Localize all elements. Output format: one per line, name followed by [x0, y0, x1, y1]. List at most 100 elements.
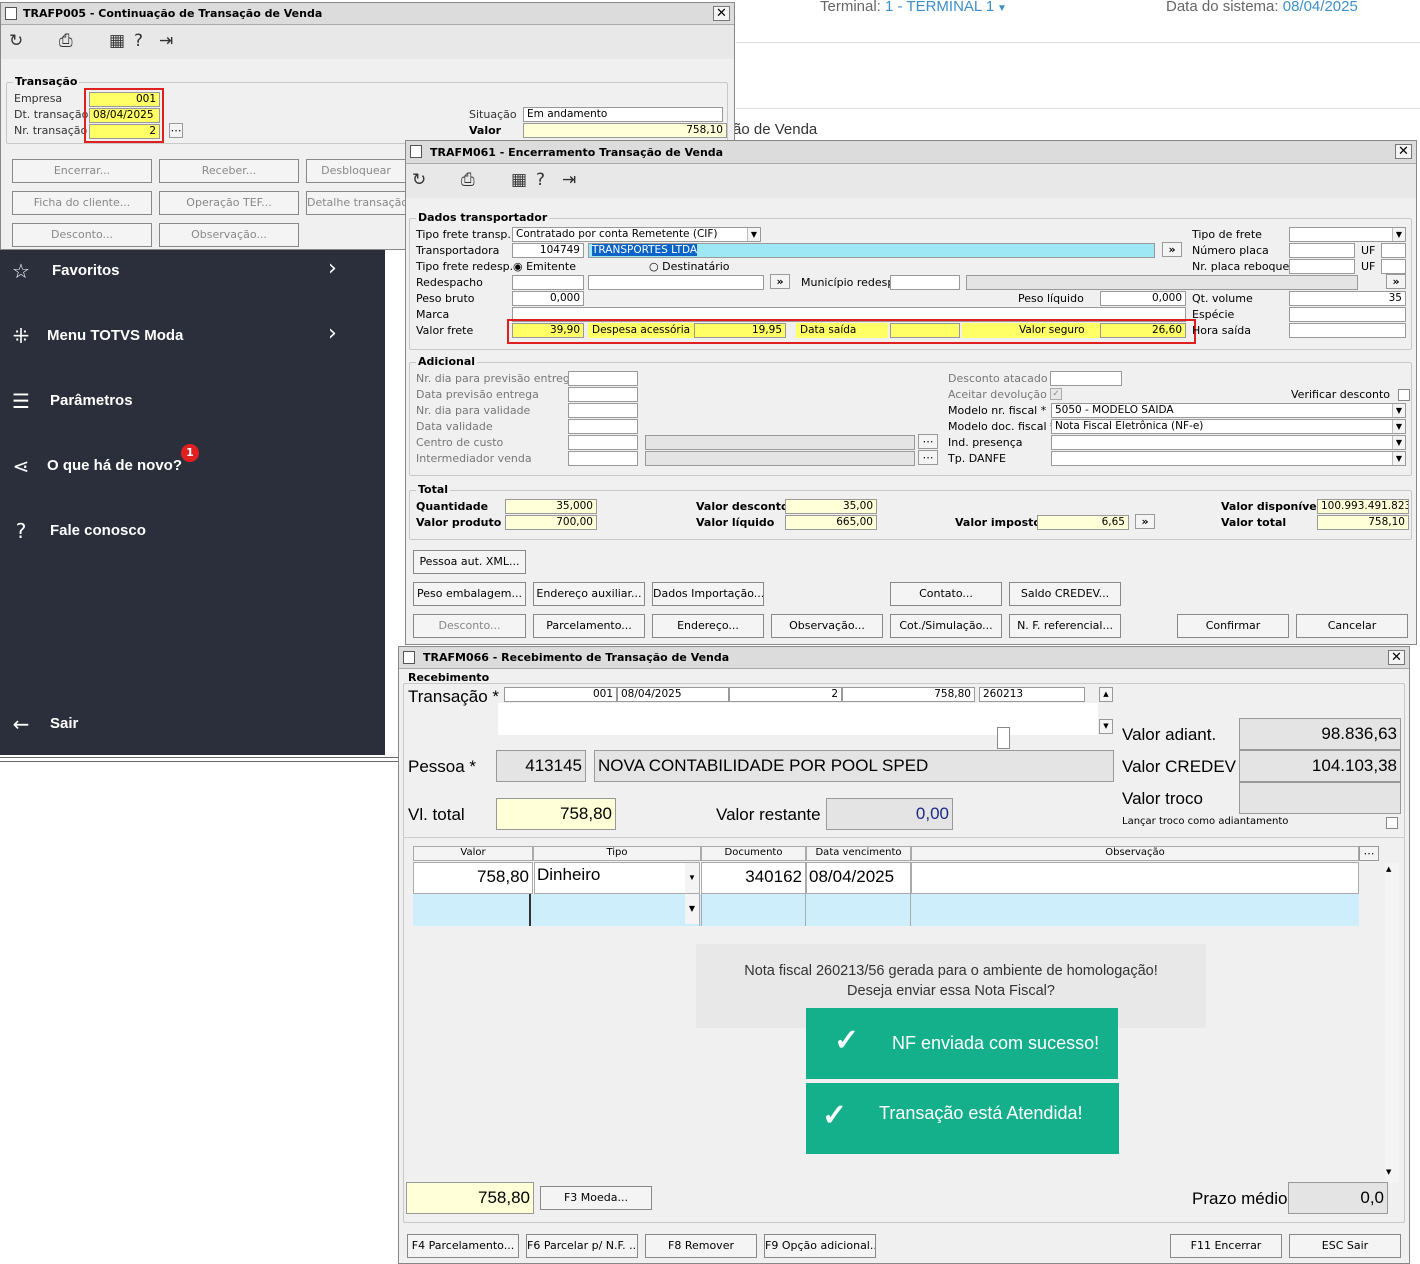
modelo-doc-fiscal-select[interactable]: Nota Fiscal Eletrônica (NF-e) ▼ [1051, 419, 1406, 434]
nr-placa-reboque-field[interactable] [1289, 259, 1355, 274]
grid-options-icon[interactable]: ⋯ [1359, 846, 1379, 861]
f11-encerrar-button[interactable]: F11 Encerrar [1170, 1234, 1282, 1258]
trans-nf-field[interactable]: 260213 [979, 687, 1085, 702]
sidebar-item-o-que-ha-de-novo[interactable]: ⋖ O que há de novo? 1 [0, 444, 385, 487]
f3-moeda-button[interactable]: F3 Moeda... [540, 1186, 652, 1210]
trans-data-field[interactable]: 08/04/2025 [617, 687, 729, 702]
grid-cell-documento[interactable] [701, 894, 806, 926]
nr-dia-valid-field[interactable] [568, 403, 638, 418]
esc-sair-button[interactable]: ESC Sair [1289, 1234, 1401, 1258]
redespacho-name[interactable] [588, 275, 764, 290]
nf-referencial-button[interactable]: N. F. referencial... [1009, 614, 1121, 638]
endereco-button[interactable]: Endereço... [652, 614, 764, 638]
print-icon[interactable]: ⎙ [461, 170, 475, 190]
peso-embalagem-button[interactable]: Peso embalagem... [413, 582, 526, 606]
redespacho-code[interactable] [512, 275, 584, 290]
chevron-down-icon[interactable]: ▼ [685, 894, 699, 924]
data-prev-field[interactable] [568, 387, 638, 402]
exit-icon[interactable]: ⇥ [562, 170, 576, 190]
close-icon[interactable]: ✕ [1395, 144, 1412, 159]
exit-icon[interactable]: ⇥ [159, 31, 173, 51]
desconto-button[interactable]: Desconto... [413, 614, 526, 638]
ind-presenca-select[interactable]: ▼ [1051, 435, 1406, 450]
sidebar-item-favoritos[interactable]: ☆ Favoritos › [0, 252, 385, 292]
calendar-icon[interactable]: ▦ [109, 31, 125, 51]
grid-header-tipo[interactable]: Tipo [533, 846, 701, 861]
hora-saida-field[interactable] [1289, 323, 1406, 338]
scroll-up-icon[interactable]: ▲ [1386, 865, 1391, 873]
encerrar-button[interactable]: Encerrar... [12, 159, 152, 183]
observacao-button[interactable]: Observação... [159, 223, 299, 247]
desbloquear-button[interactable]: Desbloquear [306, 159, 406, 183]
grid-header-vencimento[interactable]: Data vencimento [806, 846, 911, 861]
nr-dia-prev-field[interactable] [568, 371, 638, 386]
trans-valor-field[interactable]: 758,80 [842, 687, 975, 702]
especie-field[interactable] [1289, 307, 1406, 322]
data-valid-field[interactable] [568, 419, 638, 434]
trans-empresa-field[interactable]: 001 [504, 687, 617, 702]
refresh-icon[interactable]: ↻ [412, 170, 426, 190]
scroll-up-icon[interactable]: ▲ [1099, 687, 1113, 702]
desconto-button[interactable]: Desconto... [12, 223, 152, 247]
tp-danfe-select[interactable]: ▼ [1051, 451, 1406, 466]
tipo-frete-transp-select[interactable]: Contratado por conta Remetente (CIF) ▼ [512, 227, 761, 242]
close-icon[interactable]: ✕ [1388, 650, 1405, 665]
lancar-troco-checkbox[interactable] [1386, 817, 1398, 829]
receber-button[interactable]: Receber... [159, 159, 299, 183]
confirmar-button[interactable]: Confirmar [1177, 614, 1289, 638]
uf-field[interactable] [1381, 243, 1406, 258]
dados-importacao-button[interactable]: Dados Importação... [652, 582, 764, 606]
grid-cell-valor[interactable]: 758,80 [413, 862, 533, 894]
scroll-down-icon[interactable]: ▼ [1386, 1168, 1391, 1176]
emitente-radio[interactable]: ◉ Emitente [513, 260, 576, 273]
grid-header-observacao[interactable]: Observação [911, 846, 1359, 861]
transportadora-code[interactable]: 104749 [512, 243, 584, 258]
calendar-icon[interactable]: ▦ [511, 170, 527, 190]
modelo-nr-fiscal-select[interactable]: 5050 - MODELO SAIDA ▼ [1051, 403, 1406, 418]
lookup-button[interactable]: » [1135, 514, 1155, 529]
grid-cell-tipo[interactable]: Dinheiro ▼ [534, 862, 700, 894]
terminal-select[interactable]: 1 - TERMINAL 1 [885, 0, 994, 15]
close-icon[interactable]: ✕ [713, 6, 730, 21]
intermediador-field[interactable] [568, 451, 638, 466]
search-icon[interactable]: ⋯ [169, 123, 183, 138]
grid-cell-tipo[interactable]: ▼ [534, 894, 700, 926]
scrollbar-thumb[interactable] [997, 727, 1010, 749]
qt-volume-field[interactable]: 35 [1289, 291, 1406, 306]
peso-liquido-field[interactable]: 0,000 [1100, 291, 1186, 306]
table-row-new[interactable]: ▼ [413, 894, 1359, 926]
transportadora-name[interactable]: TRANSPORTES LTDA [588, 243, 1155, 258]
verificar-desconto-checkbox[interactable] [1398, 389, 1410, 401]
grid-header-documento[interactable]: Documento [701, 846, 806, 861]
grid-scrollbar[interactable] [1385, 863, 1399, 1183]
grid-cell-vencimento[interactable]: 08/04/2025 [806, 862, 911, 894]
sidebar-item-fale-conosco[interactable]: ? Fale conosco [0, 512, 385, 552]
aceitar-devolucao-checkbox[interactable]: ✓ [1050, 388, 1062, 400]
grid-cell-valor[interactable] [413, 894, 531, 926]
municipio-redesp-code[interactable] [890, 275, 960, 290]
centro-custo-field[interactable] [568, 435, 638, 450]
peso-bruto-field[interactable]: 0,000 [512, 291, 584, 306]
pessoa-code-field[interactable]: 413145 [496, 750, 586, 782]
grid-cell-vencimento[interactable] [806, 894, 911, 926]
f9-opcao-adicional-button[interactable]: F9 Opção adicional... [764, 1234, 876, 1258]
pessoa-aut-xml-button[interactable]: Pessoa aut. XML... [413, 550, 526, 574]
operacao-tef-button[interactable]: Operação TEF... [159, 191, 299, 215]
sidebar-item-parametros[interactable]: ☰ Parâmetros [0, 382, 385, 422]
destinatario-radio[interactable]: ○ Destinatário [649, 260, 730, 273]
grid-cell-observacao[interactable] [911, 862, 1359, 894]
grid-cell-documento[interactable]: 340162 [701, 862, 806, 894]
refresh-icon[interactable]: ↻ [9, 31, 23, 51]
uf-reboque-field[interactable] [1381, 259, 1406, 274]
trans-nr-field[interactable]: 2 [729, 687, 842, 702]
saldo-credev-button[interactable]: Saldo CREDEV... [1009, 582, 1121, 606]
lookup-button[interactable]: » [770, 274, 790, 289]
ficha-cliente-button[interactable]: Ficha do cliente... [12, 191, 152, 215]
print-icon[interactable]: ⎙ [59, 31, 73, 51]
desconto-atacado-field[interactable] [1050, 371, 1122, 386]
grid-header-valor[interactable]: Valor [413, 846, 533, 861]
cot-simulacao-button[interactable]: Cot./Simulação... [890, 614, 1002, 638]
f6-parcelar-nf-button[interactable]: F6 Parcelar p/ N.F. ... [526, 1234, 638, 1258]
endereco-auxiliar-button[interactable]: Endereço auxiliar... [533, 582, 645, 606]
f4-parcelamento-button[interactable]: F4 Parcelamento... [407, 1234, 519, 1258]
